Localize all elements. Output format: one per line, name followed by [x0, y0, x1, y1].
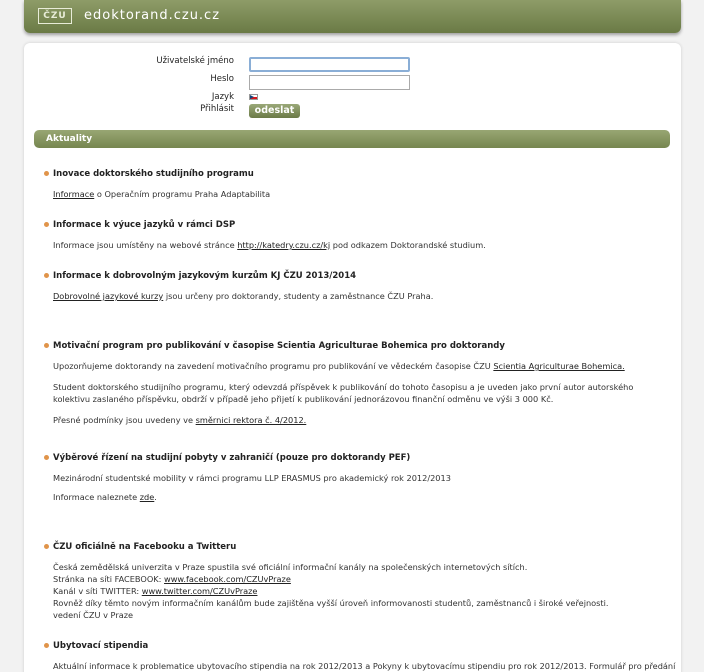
news-title: Inovace doktorského studijního programu — [53, 169, 254, 179]
news-item: Ubytovací stipendia Aktuální informace k… — [44, 641, 676, 672]
news-text: Aktuální informace k problematice ubytov… — [53, 661, 676, 671]
news-item: Inovace doktorského studijního programu … — [44, 169, 653, 200]
news-item: ČZU oficiálně na Facebooku a Twitteru Če… — [44, 542, 653, 621]
news-title: Informace k výuce jazyků v rámci DSP — [53, 220, 236, 230]
bullet-icon — [44, 171, 49, 176]
news-text: Student doktorského studijního programu,… — [53, 382, 634, 404]
news-title: Ubytovací stipendia — [53, 641, 149, 651]
bullet-icon — [44, 343, 49, 348]
news-link[interactable]: Dobrovolné jazykové kurzy — [53, 291, 163, 301]
news-link[interactable]: směrnici rektora č. 4/2012. — [196, 415, 307, 425]
news-text: Informace jsou umístěny na webové stránc… — [53, 240, 238, 250]
news-text: pod odkazem Doktorandské studium. — [330, 240, 486, 250]
bullet-icon — [44, 222, 49, 227]
login-label: Přihlásit — [200, 104, 234, 114]
news-section-header: Aktuality — [34, 130, 670, 148]
news-text: Mezinárodní studentské mobility v rámci … — [53, 473, 451, 483]
news-title: Motivační program pro publikování v časo… — [53, 341, 505, 351]
username-label: Uživatelské jméno — [156, 56, 234, 66]
news-title: Výběrové řízení na studijní pobyty v zah… — [53, 453, 411, 463]
news-title: ČZU oficiálně na Facebooku a Twitteru — [53, 542, 237, 552]
bullet-icon — [44, 455, 49, 460]
language-label: Jazyk — [211, 92, 234, 102]
news-item: Výběrové řízení na studijní pobyty v zah… — [44, 453, 653, 503]
news-text: jsou určeny pro doktorandy, studenty a z… — [163, 291, 434, 301]
czech-flag-icon[interactable] — [249, 94, 258, 100]
news-title: Informace k dobrovolným jazykovým kurzům… — [53, 271, 357, 281]
news-link[interactable]: www.facebook.com/CZUvPraze — [164, 574, 291, 584]
news-item: Motivační program pro publikování v časo… — [44, 341, 653, 426]
bullet-icon — [44, 544, 49, 549]
site-header: ČZU edoktorand.czu.cz — [24, 0, 681, 33]
submit-button[interactable]: odeslat — [249, 104, 300, 118]
news-item: Informace k dobrovolným jazykovým kurzům… — [44, 271, 653, 302]
username-input[interactable] — [249, 57, 410, 72]
news-link[interactable]: www.twitter.com/CZUvPraze — [142, 586, 258, 596]
main-panel: Uživatelské jméno Heslo Jazyk Přihlásit … — [24, 43, 681, 672]
news-item: Informace k výuce jazyků v rámci DSP Inf… — [44, 220, 653, 251]
news-text: Stránka na síti FACEBOOK: — [53, 574, 165, 584]
news-link[interactable]: Informace — [53, 189, 94, 199]
password-label: Heslo — [210, 74, 234, 84]
bullet-icon — [44, 273, 49, 278]
bullet-icon — [44, 643, 49, 648]
news-text: vedení ČZU v Praze — [53, 610, 134, 620]
news-text: Upozorňujeme doktorandy na zavedení moti… — [53, 361, 494, 371]
news-text: Česká zemědělská univerzita v Praze spus… — [53, 562, 528, 572]
news-link[interactable]: http://katedry.czu.cz/kj — [237, 240, 330, 250]
site-title: edoktorand.czu.cz — [84, 8, 221, 23]
news-text: Přesné podmínky jsou uvedeny ve — [53, 415, 196, 425]
password-input[interactable] — [249, 75, 410, 90]
news-text: Kanál v síti TWITTER: — [53, 586, 142, 596]
news-text: o Operačním programu Praha Adaptabilita — [94, 189, 271, 199]
news-link[interactable]: zde — [140, 492, 155, 502]
news-text: Rovněž díky těmto novým informačním kaná… — [53, 598, 609, 608]
university-logo: ČZU — [38, 8, 72, 24]
news-text: Informace naleznete — [53, 492, 140, 502]
news-link[interactable]: Scientia Agriculturae Bohemica. — [493, 361, 624, 371]
